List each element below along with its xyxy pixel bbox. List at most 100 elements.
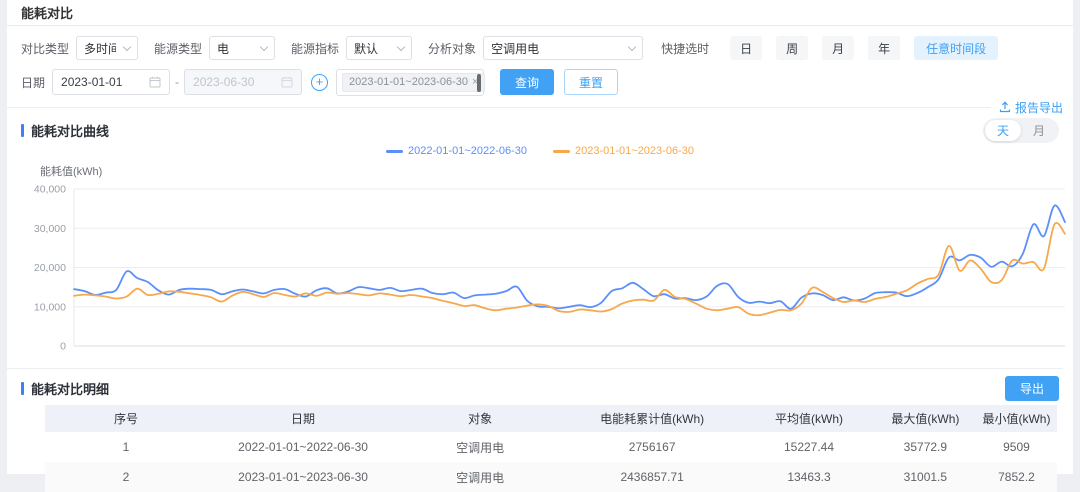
section-divider: 报告导出	[7, 100, 1073, 114]
date-range-tag-box: 2023-01-01~2023-06-30 ×	[336, 69, 484, 96]
calendar-icon	[149, 76, 161, 88]
table-cell: 35772.9	[875, 432, 976, 462]
legend-marker	[386, 150, 403, 153]
add-date-range-button[interactable]: +	[311, 74, 328, 91]
divider-line	[7, 368, 1063, 369]
table-cell: 2022-01-01~2022-06-30	[207, 432, 399, 462]
header-cell: 对象	[399, 405, 561, 432]
table-cell: 13463.3	[743, 462, 875, 492]
table-cell: 7852.2	[976, 462, 1057, 492]
date-range-tag: 2023-01-01~2023-06-30 ×	[342, 73, 485, 92]
table-cell: 2023-01-01~2023-06-30	[207, 462, 399, 492]
quick-time-button[interactable]: 周	[776, 36, 808, 60]
legend-item[interactable]: 2023-01-01~2023-06-30	[553, 145, 694, 157]
chart-legend: 2022-01-01~2022-06-30 2023-01-01~2023-06-…	[7, 142, 1073, 160]
date-start-value: 2023-01-01	[61, 75, 149, 89]
date-separator: -	[175, 75, 179, 89]
date-end-value: 2023-06-30	[193, 75, 281, 89]
chart-section-title-wrap: 能耗对比曲线	[21, 121, 109, 140]
table-cell: 2436857.71	[561, 462, 743, 492]
chevron-down-icon	[260, 42, 268, 50]
table-cell: 2756167	[561, 432, 743, 462]
energy-type-label: 能源类型	[154, 40, 202, 57]
page-title: 能耗对比	[7, 0, 1073, 26]
chevron-down-icon	[628, 42, 636, 50]
analysis-object-select[interactable]: 空调用电	[483, 36, 643, 60]
header-cell: 平均值(kWh)	[743, 405, 875, 432]
filter-row-2: 日期 2023-01-01 - 2023-06-30	[21, 68, 1059, 96]
report-export-label: 报告导出	[1015, 99, 1063, 116]
compare-type-label: 对比类型	[21, 40, 69, 57]
granularity-day-button[interactable]: 天	[985, 120, 1021, 141]
table-cell: 31001.5	[875, 462, 976, 492]
report-export-link[interactable]: 报告导出	[999, 99, 1063, 116]
y-tick-label: 30,000	[34, 223, 66, 235]
table-section-title: 能耗对比明细	[31, 379, 109, 398]
table-section-title-wrap: 能耗对比明细	[21, 379, 109, 398]
table-row: 22023-01-01~2023-06-30空调用电2436857.711346…	[45, 462, 1057, 492]
energy-type-select[interactable]: 电	[209, 36, 275, 60]
table-cell: 2	[45, 462, 207, 492]
divider-line	[7, 107, 991, 108]
filter-panel: 对比类型 多时间 能源类型 电 能源指标 默认 分析对象 空调用电 快捷选时 日…	[7, 26, 1073, 100]
chevron-down-icon	[397, 42, 405, 50]
calendar-icon	[281, 76, 293, 88]
quick-time-group: 日周月年	[716, 36, 900, 60]
chart-section-title: 能耗对比曲线	[31, 121, 109, 140]
compare-type-value: 多时间	[84, 40, 116, 57]
y-axis-title: 能耗值(kWh)	[40, 163, 1073, 177]
chart-area: 0 10,000 20,000 30,000 40,000	[17, 177, 1073, 364]
series-line-1	[74, 223, 1065, 315]
header-cell: 序号	[45, 405, 207, 432]
section-divider	[7, 364, 1073, 372]
table-cell: 9509	[976, 432, 1057, 462]
quick-time-label: 快捷选时	[661, 40, 709, 57]
section-marker	[21, 382, 24, 395]
granularity-month-button[interactable]: 月	[1021, 120, 1057, 141]
tag-scrollbar-thumb[interactable]	[477, 74, 481, 92]
y-tick-label: 20,000	[34, 262, 66, 274]
chart-section-head: 能耗对比曲线 天 月	[7, 114, 1073, 140]
legend-marker	[553, 150, 570, 153]
energy-indicator-value: 默认	[354, 40, 390, 57]
granularity-toggle: 天 月	[983, 118, 1059, 143]
quick-time-button[interactable]: 年	[868, 36, 900, 60]
header-cell: 最大值(kWh)	[875, 405, 976, 432]
date-range-tag-text: 2023-01-01~2023-06-30	[349, 76, 468, 88]
table-cell: 15227.44	[743, 432, 875, 462]
series-line-0	[74, 205, 1065, 308]
table-header-row: 序号日期对象电能耗累计值(kWh)平均值(kWh)最大值(kWh)最小值(kWh…	[45, 405, 1057, 432]
table-cell: 空调用电	[399, 462, 561, 492]
table-cell: 空调用电	[399, 432, 561, 462]
header-cell: 最小值(kWh)	[976, 405, 1057, 432]
energy-indicator-label: 能源指标	[291, 40, 339, 57]
y-tick-label: 0	[60, 341, 66, 353]
y-tick-label: 40,000	[34, 184, 66, 196]
query-button[interactable]: 查询	[500, 69, 554, 95]
header-cell: 电能耗累计值(kWh)	[561, 405, 743, 432]
export-button[interactable]: 导出	[1005, 376, 1059, 401]
reset-button[interactable]: 重置	[564, 69, 618, 95]
legend-item[interactable]: 2022-01-01~2022-06-30	[386, 145, 527, 157]
legend-label: 2023-01-01~2023-06-30	[575, 145, 694, 157]
date-start-input[interactable]: 2023-01-01	[52, 69, 170, 95]
table-row: 12022-01-01~2022-06-30空调用电275616715227.4…	[45, 432, 1057, 462]
quick-time-button[interactable]: 月	[822, 36, 854, 60]
table-section-head: 能耗对比明细 导出	[7, 372, 1073, 398]
upload-icon	[999, 101, 1011, 113]
table-cell: 1	[45, 432, 207, 462]
header-cell: 日期	[207, 405, 399, 432]
energy-indicator-select[interactable]: 默认	[346, 36, 412, 60]
legend-label: 2022-01-01~2022-06-30	[408, 145, 527, 157]
date-end-input[interactable]: 2023-06-30	[184, 69, 302, 95]
y-tick-label: 10,000	[34, 301, 66, 313]
filter-row-1: 对比类型 多时间 能源类型 电 能源指标 默认 分析对象 空调用电 快捷选时 日…	[21, 34, 1059, 62]
analysis-object-label: 分析对象	[428, 40, 476, 57]
compare-type-select[interactable]: 多时间	[76, 36, 138, 60]
energy-type-value: 电	[217, 40, 253, 57]
date-label: 日期	[21, 74, 45, 91]
quick-time-button[interactable]: 日	[730, 36, 762, 60]
quick-time-custom-range-button[interactable]: 任意时间段	[914, 36, 998, 60]
app-frame: 能耗对比 对比类型 多时间 能源类型 电 能源指标 默认 分析对象 空调用电	[7, 0, 1073, 474]
comparison-line-chart: 0 10,000 20,000 30,000 40,000	[17, 177, 1077, 359]
